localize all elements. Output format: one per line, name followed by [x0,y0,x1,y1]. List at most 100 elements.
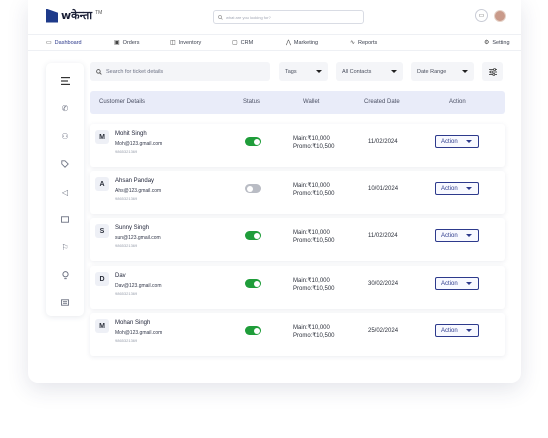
nav-crm[interactable]: ▢ CRM [232,39,253,47]
nav-label: Dashboard [54,39,82,46]
created-date: 25/02/2024 [368,328,399,334]
nav-inventory[interactable]: ◫ Inventory [170,39,202,47]
logo[interactable]: wकेन्ता TM [46,8,102,23]
action-dropdown-button[interactable]: Action [435,182,479,195]
date-range-select[interactable]: Date Range [411,62,474,81]
phone-icon[interactable]: ✆ [60,103,70,113]
customer-email: Moh@123.gmail.com [115,141,163,147]
nav-label: Inventory [178,39,202,46]
action-dropdown-button[interactable]: Action [435,277,479,290]
chevron-down-icon [466,329,472,332]
orders-icon: ▣ [114,40,120,46]
toggle-knob [253,138,260,145]
nav-setting[interactable]: ⚙ Setting [484,39,510,47]
wallet-main: Main:₹10,000 [293,325,330,331]
action-label: Action [441,280,458,287]
status-toggle[interactable] [245,184,261,193]
contacts-select[interactable]: All Contacts [336,62,403,81]
marketing-icon: ⋀ [286,40,291,46]
flag-icon[interactable]: ⚐ [60,242,70,252]
customer-initial-avatar: M [95,130,109,144]
status-toggle[interactable] [245,231,261,240]
contacts-select-value: All Contacts [342,68,372,75]
customer-name: Dav [115,273,126,279]
action-label: Action [441,327,458,334]
nav-dashboard[interactable]: ▭ Dashboard [46,39,82,47]
table-row[interactable]: A Ahsan Panday Ahs@123.gmail.com 9865321369… [90,171,505,214]
action-label: Action [441,185,458,192]
chevron-down-icon [391,70,397,73]
column-header: Status [243,99,261,105]
tag-icon[interactable] [60,159,70,169]
action-dropdown-button[interactable]: Action [435,324,479,337]
column-header: Created Date [364,99,400,105]
lightbulb-icon[interactable] [60,270,70,280]
megaphone-icon[interactable]: ◁ [60,187,70,197]
nav-label: Orders [122,39,140,46]
customer-phone: 9865321369 [115,196,138,201]
toggle-knob [246,185,253,192]
customer-initial-avatar: M [95,319,109,333]
action-label: Action [441,138,458,145]
nav-reports[interactable]: ∿ Reports [350,39,378,47]
dashboard-icon: ▭ [46,40,52,46]
table-row[interactable]: M Mohit Singh Moh@123.gmail.com 9865321369 M… [90,124,505,167]
wallet-main: Main:₹10,000 [293,183,330,189]
customer-email: sun@123.gmail.com [115,235,161,241]
status-toggle[interactable] [245,137,261,146]
customer-phone: 9865321369 [115,243,138,248]
filter-settings-button[interactable] [482,62,503,81]
nav-marketing[interactable]: ⋀ Marketing [286,39,318,47]
global-search-input[interactable]: what are you looking for? [213,10,364,24]
column-header: Wallet [303,99,320,105]
chat-icon[interactable] [60,297,70,307]
action-dropdown-button[interactable]: Action [435,229,479,242]
column-header: Customer Details [99,99,146,105]
crm-icon: ▢ [232,40,238,46]
add-user-icon[interactable]: ⚇ [60,131,70,141]
status-toggle[interactable] [245,279,261,288]
wallet-main: Main:₹10,000 [293,278,330,284]
avatar[interactable] [494,10,506,22]
search-icon [218,14,223,20]
table-row[interactable]: M Mohan Singh Moh@123.gmail.com 9865321369 M… [90,313,505,356]
tags-select[interactable]: Tags [279,62,328,81]
customer-initial-avatar: A [95,177,109,191]
table-row[interactable]: S Sunny Singh sun@123.gmail.com 9865321369 M… [90,218,505,261]
toggle-knob [253,280,260,287]
customer-name: Mohit Singh [115,131,147,137]
customer-name: Ahsan Panday [115,178,155,184]
customer-email: Moh@123.gmail.com [115,330,163,336]
created-date: 10/01/2024 [368,186,399,192]
nav-orders[interactable]: ▣ Orders [114,39,140,47]
main-nav: ▭ Dashboard ▣ Orders ◫ Inventory ▢ CRM ⋀… [28,34,521,51]
status-toggle[interactable] [245,326,261,335]
ticket-search-input[interactable]: Search for ticket details [90,62,270,81]
nav-label: Reports [358,39,378,46]
settings-icon: ⚙ [484,40,490,46]
column-header: Action [449,99,466,105]
chevron-down-icon [466,282,472,285]
logo-trademark: TM [95,9,103,16]
sidebar: ✆ ⚇ ◁ ⚐ [46,63,84,316]
customer-email: Dav@123.gmail.com [115,283,162,289]
wallet-promo: Promo:₹10,500 [293,286,335,292]
chevron-down-icon [316,70,322,73]
inventory-icon: ◫ [170,40,176,46]
table-header: Customer Details Status Wallet Created D… [90,91,505,114]
mail-icon[interactable] [60,214,70,224]
tags-select-value: Tags [285,68,297,75]
global-search-placeholder: what are you looking for? [226,14,271,20]
logo-mark-icon [46,8,58,23]
logo-text: wकेन्ता [61,9,93,22]
table-row[interactable]: D Dav Dav@123.gmail.com 9865321369 Main:₹10,… [90,266,505,309]
customer-name: Sunny Singh [115,225,150,231]
chevron-down-icon [466,187,472,190]
created-date: 30/02/2024 [368,281,399,287]
customer-email: Ahs@123.gmail.com [115,188,162,194]
reports-icon: ∿ [350,40,356,46]
menu-icon[interactable] [60,76,70,86]
notification-icon[interactable]: ▭ [475,9,488,22]
toggle-knob [253,232,260,239]
action-dropdown-button[interactable]: Action [435,135,479,148]
